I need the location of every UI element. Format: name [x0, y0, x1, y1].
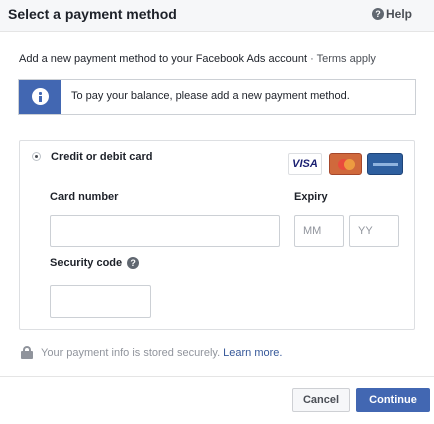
question-icon: ? [371, 8, 384, 20]
card-payment-panel: Credit or debit card VISA Card number Ex… [19, 140, 415, 330]
amex-logo [367, 153, 403, 175]
cancel-button[interactable]: Cancel [292, 388, 350, 412]
lock-icon [21, 346, 33, 359]
notice-icon-box [19, 80, 61, 114]
balance-notice: To pay your balance, please add a new pa… [18, 79, 416, 115]
info-icon [32, 88, 49, 105]
credit-card-radio[interactable] [32, 152, 41, 161]
mastercard-logo [329, 153, 362, 175]
notice-text: To pay your balance, please add a new pa… [71, 90, 350, 102]
dialog-header: Select a payment method ? Help [0, 0, 434, 32]
terms-link[interactable]: Terms apply [317, 53, 376, 65]
security-code-input[interactable] [50, 285, 151, 318]
intro-text: Add a new payment method to your Faceboo… [19, 53, 376, 65]
card-logos: VISA [288, 153, 403, 175]
security-code-info-icon[interactable]: ? [127, 257, 140, 269]
secure-note: Your payment info is stored securely. Le… [21, 346, 282, 359]
expiry-month-input[interactable] [294, 215, 344, 247]
continue-button[interactable]: Continue [356, 388, 430, 412]
secure-note-text: Your payment info is stored securely. [41, 346, 221, 359]
dialog-title: Select a payment method [8, 6, 177, 22]
credit-card-label[interactable]: Credit or debit card [51, 151, 152, 163]
card-number-input[interactable] [50, 215, 280, 247]
intro-message: Add a new payment method to your Faceboo… [19, 53, 308, 65]
help-label: Help [385, 7, 412, 21]
expiry-label: Expiry [294, 191, 328, 203]
security-code-label: Security code [50, 257, 123, 269]
intro-separator: · [307, 53, 317, 65]
security-code-label-row: Security code ? [50, 257, 140, 269]
help-link[interactable]: ? Help [371, 7, 412, 21]
card-number-label: Card number [50, 191, 119, 203]
visa-logo: VISA [288, 153, 322, 175]
expiry-year-input[interactable] [349, 215, 399, 247]
dialog-footer: Cancel Continue [0, 377, 434, 424]
learn-more-link[interactable]: Learn more. [223, 347, 282, 359]
